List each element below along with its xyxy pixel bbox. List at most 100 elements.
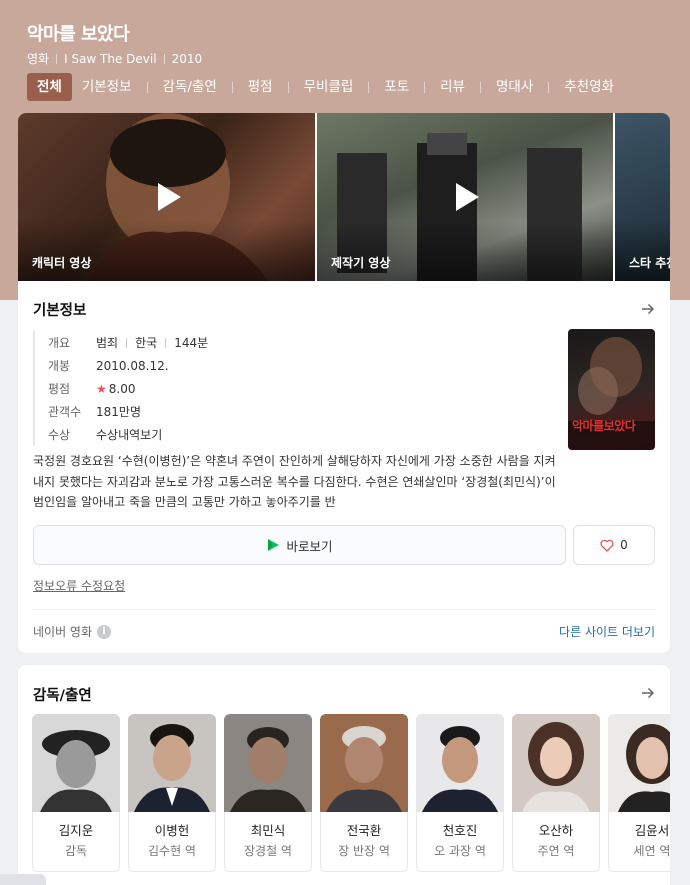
synopsis: 국정원 경호요원 ‘수현(이병헌)’은 약혼녀 주연이 잔인하게 살해당하자 자…	[33, 454, 556, 509]
star-icon: ★	[96, 381, 107, 396]
awards-link[interactable]: 수상내역보기	[96, 426, 162, 443]
tab-rating[interactable]: 평점	[238, 73, 283, 101]
video-making[interactable]: 제작기 영상	[317, 113, 613, 281]
info-icon[interactable]: i	[97, 624, 112, 639]
person-photo	[32, 714, 120, 812]
video-carousel: 캐릭터 영상 제작기 영상 스타 추천	[18, 113, 670, 281]
person-role: 감독	[64, 844, 88, 858]
person-name: 김지운	[58, 823, 94, 838]
person-role: 오 과장 역	[434, 844, 486, 858]
person-role: 김수현 역	[148, 844, 196, 858]
scroll-handle[interactable]	[0, 874, 46, 885]
person-name: 천호진	[442, 823, 478, 838]
tab-photos[interactable]: 포토	[374, 73, 419, 101]
info-value: 범죄 한국 144분	[96, 334, 208, 351]
person-role: 주연 역	[537, 844, 575, 858]
heart-icon	[600, 539, 614, 552]
country: 한국	[135, 336, 158, 350]
video-star-recommend[interactable]: 스타 추천	[615, 113, 670, 281]
tab-reviews[interactable]: 리뷰	[430, 73, 475, 101]
avatar	[608, 714, 670, 812]
watch-button[interactable]: 바로보기	[33, 525, 566, 565]
audience-count: 181만명	[96, 405, 141, 419]
person-role: 세연 역	[633, 844, 670, 858]
section-title-basic-info: 기본정보	[33, 303, 87, 319]
tab-basic-info[interactable]: 기본정보	[72, 73, 142, 101]
rating-value: 8.00	[108, 381, 136, 396]
avatar	[32, 714, 120, 812]
info-value: ★ 8.00	[96, 382, 135, 396]
source-label: 네이버 영화 i	[33, 623, 112, 640]
tab-divider	[479, 81, 481, 93]
section-title-cast: 감독/출연	[33, 688, 92, 704]
person-role: 장 반장 역	[338, 844, 390, 858]
person-name: 김윤서	[634, 823, 670, 838]
tab-divider	[231, 81, 233, 93]
video-shade	[317, 221, 613, 281]
cast-item[interactable]: 김윤서 세연 역	[608, 714, 670, 872]
tab-all[interactable]: 전체	[27, 73, 72, 101]
like-button[interactable]: 0	[573, 525, 655, 565]
avatar	[224, 714, 312, 812]
avatar	[128, 714, 216, 812]
like-count: 0	[620, 538, 628, 552]
person-name: 전국환	[346, 823, 382, 838]
movie-meta: 영화 I Saw The Devil 2010	[27, 50, 202, 67]
tab-divider	[368, 81, 370, 93]
person-photo	[128, 714, 216, 812]
tab-quotes[interactable]: 명대사	[486, 73, 543, 101]
video-character[interactable]: 캐릭터 영상	[18, 113, 315, 281]
movie-title: 악마를 보았다	[27, 24, 130, 45]
person-photo	[608, 714, 670, 812]
tab-divider	[424, 81, 426, 93]
source-name: 네이버 영화	[33, 625, 93, 639]
info-key: 개요	[48, 336, 71, 350]
meta-divider	[56, 53, 58, 64]
cast-item[interactable]: 이병헌 김수현 역	[128, 714, 216, 872]
tab-movie-clips[interactable]: 무비클립	[294, 73, 364, 101]
play-service-icon	[268, 539, 280, 551]
video-label: 캐릭터 영상	[32, 256, 92, 270]
cast-item[interactable]: 전국환 장 반장 역	[320, 714, 408, 872]
tab-recommended[interactable]: 추천영화	[554, 73, 624, 101]
cast-item[interactable]: 김지운 감독	[32, 714, 120, 872]
person-photo	[224, 714, 312, 812]
divider	[165, 337, 167, 348]
movie-poster[interactable]: 악마를보았다	[568, 329, 655, 450]
info-table: 개요 범죄 한국 144분 개봉 2010.08.12. 평점 ★ 8.00 관…	[33, 331, 553, 446]
cast-item[interactable]: 오산하 주연 역	[512, 714, 600, 872]
info-key: 수상	[48, 428, 71, 442]
basic-info-card: 캐릭터 영상 제작기 영상 스타 추천 기본정보 개요 범	[18, 113, 670, 653]
info-key: 개봉	[48, 359, 71, 373]
person-photo	[320, 714, 408, 812]
play-icon	[158, 183, 181, 211]
meta-divider	[163, 53, 165, 64]
runtime: 144분	[174, 336, 209, 350]
avatar	[320, 714, 408, 812]
other-sites-link[interactable]: 다른 사이트 더보기	[559, 623, 655, 640]
poster-title-text: 악마를보았다	[572, 419, 636, 433]
cast-card: 감독/출연 김지운 감독 이병헌 김수현 역 최민식 장경철 역 전국환 장 반…	[18, 665, 670, 885]
tab-divider	[146, 81, 148, 93]
person-name: 최민식	[250, 823, 286, 838]
meta-english-title: I Saw The Devil	[64, 51, 157, 66]
report-error-link[interactable]: 정보오류 수정요청	[33, 577, 125, 594]
cast-list: 김지운 감독 이병헌 김수현 역 최민식 장경철 역 전국환 장 반장 역 천호…	[32, 714, 670, 874]
info-key: 관객수	[48, 405, 82, 419]
meta-type: 영화	[27, 52, 50, 66]
release-date: 2010.08.12.	[96, 358, 169, 373]
cast-item[interactable]: 천호진 오 과장 역	[416, 714, 504, 872]
arrow-right-icon[interactable]	[641, 302, 655, 316]
info-row-rating: 평점 ★ 8.00	[35, 377, 553, 400]
watch-button-label: 바로보기	[286, 538, 333, 554]
video-shade	[615, 221, 670, 281]
info-key: 평점	[48, 382, 71, 396]
divider	[126, 337, 128, 348]
person-name: 이병헌	[154, 823, 190, 838]
avatar	[512, 714, 600, 812]
arrow-right-icon[interactable]	[641, 686, 655, 700]
tab-divider	[287, 81, 289, 93]
tab-cast[interactable]: 감독/출연	[153, 73, 227, 101]
cast-item[interactable]: 최민식 장경철 역	[224, 714, 312, 872]
person-role: 장경철 역	[244, 844, 292, 858]
